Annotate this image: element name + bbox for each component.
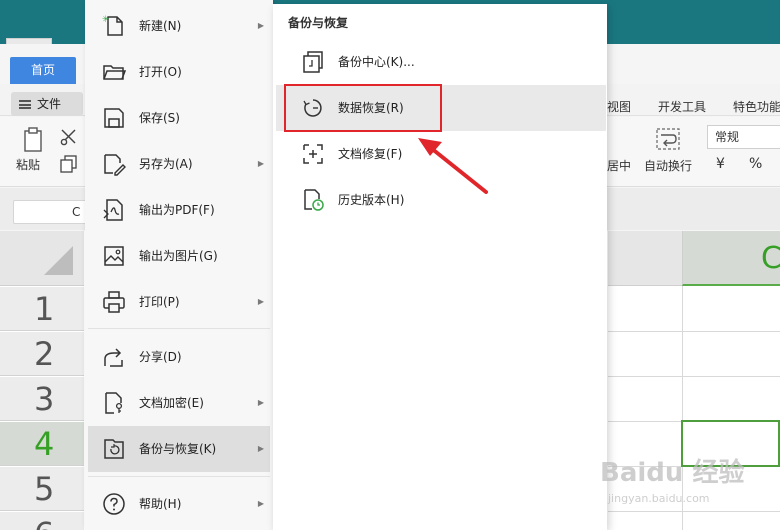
menu-item-label: 备份与恢复(K) [139,442,217,456]
menu-item-backup-restore[interactable]: 备份与恢复(K) ▶ [88,426,270,472]
submenu-item-label: 备份中心(K)... [338,55,415,69]
submenu-title: 备份与恢复 [288,16,349,30]
baidu-watermark: Baidu 经验 jingyan.baidu.com [600,452,770,522]
chevron-right-icon: ▶ [257,398,264,407]
chevron-right-icon: ▶ [257,499,264,508]
copy-icon[interactable] [60,155,78,176]
number-format-select[interactable]: 常规 [707,125,780,149]
help-icon [102,492,126,516]
cut-icon[interactable] [60,128,78,149]
hamburger-icon [19,100,31,109]
row-header-6[interactable]: 6 [0,512,84,530]
number-format-value: 常规 [715,130,740,144]
backup-center-icon [301,50,325,74]
folder-open-icon [102,60,127,84]
doc-repair-icon [301,142,325,166]
row-header-5[interactable]: 5 [0,467,84,511]
menu-item-label: 输出为PDF(F) [139,203,215,217]
new-file-icon: ✳ [102,14,126,38]
name-box[interactable]: C [13,200,93,224]
save-icon [102,106,126,130]
svg-text:✳: ✳ [102,15,110,25]
image-icon [102,244,126,268]
menu-item-help[interactable]: 帮助(H) ▶ [88,481,270,527]
menu-separator [88,476,270,477]
grid-line [608,376,780,377]
menu-item-new[interactable]: ✳ 新建(N) ▶ [88,3,270,49]
submenu-item-label: 文档修复(F) [338,147,403,161]
column-header-c[interactable]: C [682,231,780,286]
watermark-url: jingyan.baidu.com [608,492,710,505]
pointer-arrow-icon [418,138,488,194]
menu-item-label: 打印(P) [139,295,180,309]
row-header-4[interactable]: 4 [0,422,84,466]
menu-item-label: 新建(N) [139,19,182,33]
grid-line [608,331,780,332]
chevron-right-icon: ▶ [257,297,264,306]
menu-separator [88,328,270,329]
select-all-triangle-icon [44,246,73,275]
menu-item-encrypt[interactable]: 文档加密(E) ▶ [88,380,270,426]
menu-item-label: 输出为图片(G) [139,249,218,263]
menu-item-label: 帮助(H) [139,497,182,511]
wrap-text-icon[interactable] [656,128,680,153]
currency-button[interactable]: ¥ [716,156,725,172]
menu-item-export-image[interactable]: 输出为图片(G) [88,233,270,279]
share-icon [102,345,126,369]
tab-special[interactable]: 特色功能 [733,98,780,115]
encrypt-icon [102,391,126,415]
menu-item-save-as[interactable]: 另存为(A) ▶ [88,141,270,187]
wrap-text-label[interactable]: 自动换行 [644,157,692,174]
menu-item-label: 打开(O) [139,65,182,79]
pdf-icon [102,198,126,222]
menu-item-label: 另存为(A) [139,157,193,171]
row-header-2[interactable]: 2 [0,332,84,376]
row-header-3[interactable]: 3 [0,377,84,421]
tab-view[interactable]: 视图 [607,98,631,115]
chevron-right-icon: ▶ [257,21,264,30]
save-as-icon [102,152,126,176]
backup-icon [102,437,126,461]
submenu-item-label: 历史版本(H) [338,193,405,207]
percent-button[interactable]: % [749,156,762,172]
history-version-icon [301,188,325,212]
menu-item-open[interactable]: 打开(O) [88,49,270,95]
paste-label[interactable]: 粘贴 [16,156,40,173]
tab-home[interactable]: 首页 [10,57,76,84]
menu-item-save[interactable]: 保存(S) [88,95,270,141]
file-menu-label: 文件 [37,97,62,111]
merge-center-label[interactable]: 居中 [607,157,631,174]
watermark-brand: Baidu 经验 [600,458,745,488]
file-menu-button[interactable]: 文件 ⌄ [11,92,95,116]
menu-item-label: 分享(D) [139,350,182,364]
chevron-right-icon: ▶ [257,159,264,168]
submenu-item-backup-center[interactable]: 备份中心(K)... [276,39,606,85]
menu-item-share[interactable]: 分享(D) [88,334,270,380]
menu-item-export-pdf[interactable]: 输出为PDF(F) [88,187,270,233]
paste-icon[interactable] [22,127,46,156]
print-icon [102,290,126,314]
chevron-right-icon: ▶ [257,444,264,453]
row-header-1[interactable]: 1 [0,287,84,331]
menu-item-label: 保存(S) [139,111,180,125]
menu-item-label: 文档加密(E) [139,396,204,410]
menu-item-print[interactable]: 打印(P) ▶ [88,279,270,325]
tab-developer[interactable]: 开发工具 [658,98,706,115]
